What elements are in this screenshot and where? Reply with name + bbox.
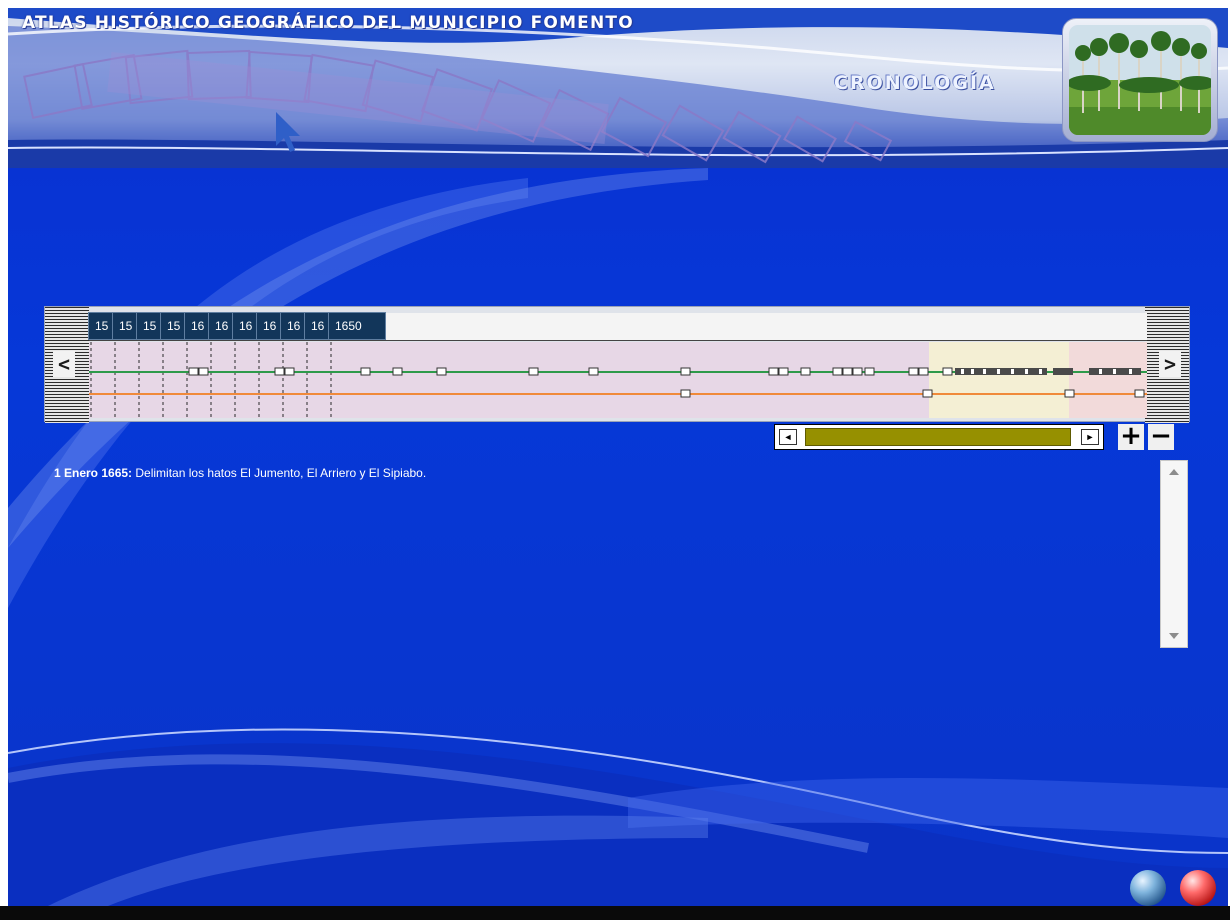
scroll-left-button[interactable]: ◄: [779, 429, 797, 445]
zoom-out-button[interactable]: −: [1148, 423, 1174, 450]
scroll-right-button[interactable]: ►: [1081, 429, 1099, 445]
timeline-prev-button[interactable]: <: [53, 351, 75, 377]
zoom-in-button[interactable]: +: [1118, 423, 1144, 450]
event-description: 1 Enero 1665: Delimitan los hatos El Jum…: [54, 466, 1154, 480]
timeline-track-area[interactable]: [89, 342, 1147, 418]
app-title: ATLAS HISTÓRICO GEOGRÁFICO DEL MUNICIPIO…: [22, 13, 634, 33]
blue-orb-icon[interactable]: [1130, 870, 1166, 906]
landscape-photo: [1062, 18, 1218, 142]
timeline-tracks: [89, 342, 1147, 418]
red-orb-icon[interactable]: [1180, 870, 1216, 906]
timeline-next-button[interactable]: >: [1159, 351, 1181, 377]
main-frame: ATLAS HISTÓRICO GEOGRÁFICO DEL MUNICIPIO…: [8, 8, 1228, 906]
section-title: CRONOLOGÍA: [834, 72, 996, 94]
timeline-marker[interactable]: 1650: [328, 312, 386, 340]
event-text: Delimitan los hatos El Jumento, El Arrie…: [132, 466, 427, 480]
scroll-thumb[interactable]: [805, 428, 1071, 446]
scroll-down-arrow-icon[interactable]: [1169, 633, 1179, 639]
header-banner: ATLAS HISTÓRICO GEOGRÁFICO DEL MUNICIPIO…: [8, 8, 1228, 168]
bottom-bar: [0, 906, 1230, 920]
scroll-up-arrow-icon[interactable]: [1169, 469, 1179, 475]
app-window: ATLAS HISTÓRICO GEOGRÁFICO DEL MUNICIPIO…: [0, 0, 1230, 920]
timeline-scrollbar[interactable]: ◄ ►: [774, 424, 1104, 450]
landscape-photo-image: [1069, 25, 1211, 135]
text-scrollbar[interactable]: [1160, 460, 1188, 648]
event-date: 1 Enero 1665:: [54, 466, 133, 480]
